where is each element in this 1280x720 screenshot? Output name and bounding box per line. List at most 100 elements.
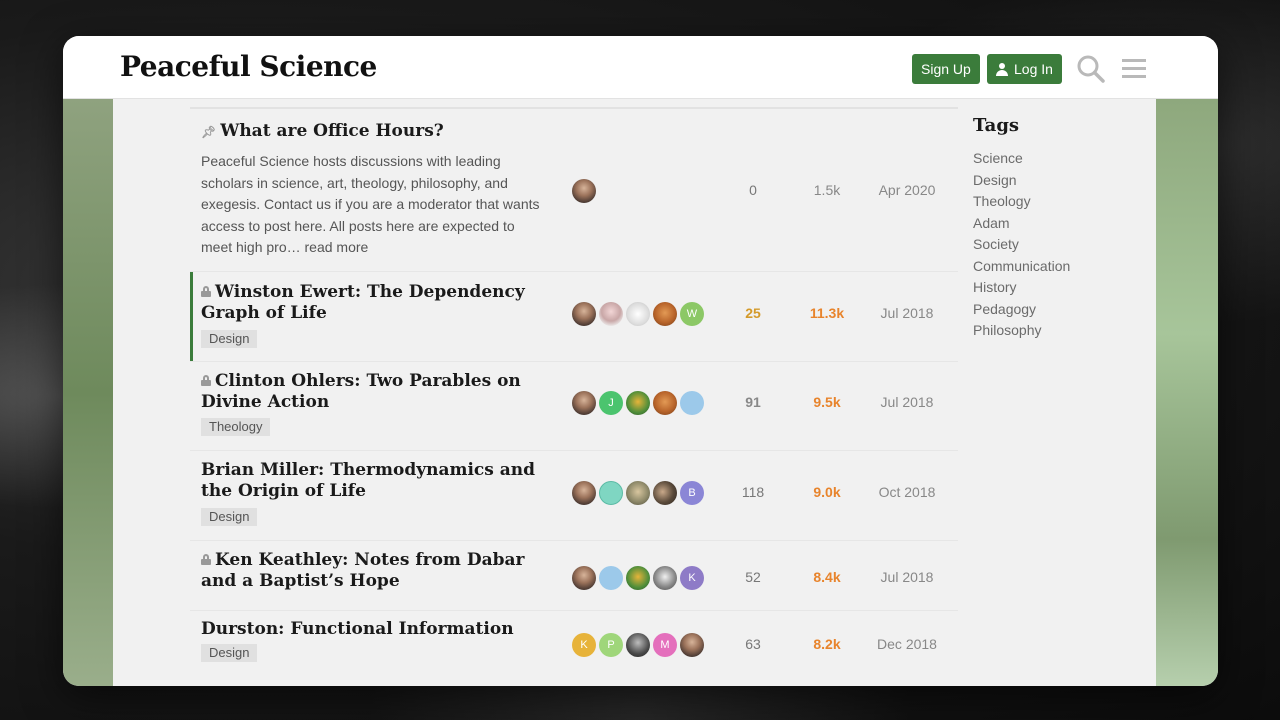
topic-tag[interactable]: Theology (201, 418, 271, 436)
replies-count: 25 (745, 305, 761, 321)
replies-count: 63 (745, 636, 761, 652)
sign-up-label: Sign Up (921, 61, 971, 77)
avatar[interactable]: J (599, 391, 623, 415)
views-count: 8.2k (813, 636, 841, 652)
topic-row: 📌︎ What are Office Hours? Peaceful Scienc… (190, 109, 958, 272)
views-count: 9.0k (813, 484, 841, 500)
views-count: 1.5k (813, 182, 841, 198)
topic-title-text: Ken Keathley: Notes from Dabar and a Bap… (201, 550, 525, 591)
menu-button[interactable] (1118, 53, 1150, 85)
tags-heading: Tags (973, 115, 1020, 136)
tag-link-communication[interactable]: Communication (973, 256, 1070, 278)
avatar[interactable]: W (680, 302, 704, 326)
tag-link-design[interactable]: Design (973, 170, 1070, 192)
topic-title-text: Winston Ewert: The Dependency Graph of L… (201, 282, 525, 323)
user-icon (996, 62, 1008, 76)
poster-avatars (572, 179, 596, 203)
tags-sidebar: Tags Science Design Theology Adam Societ… (973, 115, 1070, 342)
avatar[interactable]: K (572, 633, 596, 657)
topic-title[interactable]: Durston: Functional Information (201, 619, 563, 640)
avatar[interactable]: M (653, 633, 677, 657)
tag-link-society[interactable]: Society (973, 234, 1070, 256)
avatar[interactable] (680, 633, 704, 657)
poster-avatars: K P M (572, 633, 704, 657)
avatar[interactable] (653, 391, 677, 415)
tag-link-theology[interactable]: Theology (973, 191, 1070, 213)
lock-icon (201, 286, 211, 297)
avatar[interactable] (572, 481, 596, 505)
avatar[interactable] (626, 391, 650, 415)
topic-title-text: What are Office Hours? (220, 121, 444, 141)
replies-count: 52 (745, 569, 761, 585)
topic-title[interactable]: Ken Keathley: Notes from Dabar and a Bap… (201, 550, 563, 592)
topic-title-text: Durston: Functional Information (201, 619, 514, 639)
avatar[interactable] (599, 302, 623, 326)
pin-icon: 📌︎ (201, 125, 217, 139)
avatar[interactable] (626, 566, 650, 590)
avatar[interactable] (572, 302, 596, 326)
avatar[interactable] (572, 391, 596, 415)
lock-icon (201, 554, 211, 565)
topic-row: Durston: Functional Information Design K… (190, 611, 958, 686)
main-content: 📌︎ What are Office Hours? Peaceful Scienc… (113, 99, 1156, 686)
search-button[interactable] (1075, 53, 1107, 85)
activity-date[interactable]: Oct 2018 (862, 484, 952, 500)
topic-title[interactable]: Winston Ewert: The Dependency Graph of L… (201, 282, 563, 324)
topic-title[interactable]: Brian Miller: Thermodynamics and the Ori… (201, 460, 563, 502)
avatar[interactable] (653, 481, 677, 505)
activity-date[interactable]: Apr 2020 (862, 182, 952, 198)
topic-title-text: Clinton Ohlers: Two Parables on Divine A… (201, 371, 521, 412)
tag-link-science[interactable]: Science (973, 148, 1070, 170)
background-left-edge (63, 99, 113, 686)
topic-row: Winston Ewert: The Dependency Graph of L… (190, 272, 958, 362)
replies-count: 118 (741, 484, 765, 500)
views-count: 8.4k (813, 569, 841, 585)
topic-row: Brian Miller: Thermodynamics and the Ori… (190, 451, 958, 541)
activity-date[interactable]: Jul 2018 (862, 394, 952, 410)
views-count: 9.5k (813, 394, 841, 410)
activity-date[interactable]: Jul 2018 (862, 305, 952, 321)
avatar[interactable]: P (599, 633, 623, 657)
browser-window: Peaceful Science Sign Up Log In 📌︎ What … (63, 36, 1218, 686)
avatar[interactable]: K (680, 566, 704, 590)
poster-avatars: B (572, 481, 704, 505)
site-logo[interactable]: Peaceful Science (120, 50, 377, 83)
sign-up-button[interactable]: Sign Up (912, 54, 980, 84)
tag-link-pedagogy[interactable]: Pedagogy (973, 299, 1070, 321)
avatar[interactable]: B (680, 391, 704, 415)
replies-count: 0 (749, 182, 757, 198)
topic-title[interactable]: 📌︎ What are Office Hours? (201, 121, 563, 143)
avatar[interactable] (626, 481, 650, 505)
activity-date[interactable]: Dec 2018 (862, 636, 952, 652)
tag-link-history[interactable]: History (973, 277, 1070, 299)
topic-title-text: Brian Miller: Thermodynamics and the Ori… (201, 460, 536, 501)
log-in-label: Log In (1014, 61, 1053, 77)
topic-tag[interactable]: Design (201, 508, 258, 526)
tag-link-adam[interactable]: Adam (973, 213, 1070, 235)
avatar[interactable] (653, 302, 677, 326)
background-right-edge (1156, 99, 1218, 686)
avatar[interactable] (572, 179, 596, 203)
avatar[interactable] (626, 633, 650, 657)
topic-tag[interactable]: Design (201, 644, 258, 662)
read-more-link[interactable]: read more (305, 239, 369, 255)
excerpt-text: Peaceful Science hosts discussions with … (201, 153, 540, 255)
avatar[interactable] (599, 566, 623, 590)
topic-row: Clinton Ohlers: Two Parables on Divine A… (190, 362, 958, 451)
activity-date[interactable]: Jul 2018 (862, 569, 952, 585)
avatar[interactable]: B (680, 481, 704, 505)
tag-link-philosophy[interactable]: Philosophy (973, 320, 1070, 342)
site-header: Peaceful Science Sign Up Log In (63, 36, 1218, 99)
lock-icon (201, 375, 211, 386)
poster-avatars: J B (572, 391, 704, 415)
search-icon (1077, 55, 1105, 83)
avatar[interactable] (626, 302, 650, 326)
avatar[interactable] (653, 566, 677, 590)
log-in-button[interactable]: Log In (987, 54, 1062, 84)
topic-row: Ken Keathley: Notes from Dabar and a Bap… (190, 541, 958, 611)
topic-tag[interactable]: Design (201, 330, 258, 348)
avatar[interactable] (599, 481, 623, 505)
hamburger-icon (1122, 59, 1146, 78)
avatar[interactable] (572, 566, 596, 590)
topic-title[interactable]: Clinton Ohlers: Two Parables on Divine A… (201, 371, 563, 413)
